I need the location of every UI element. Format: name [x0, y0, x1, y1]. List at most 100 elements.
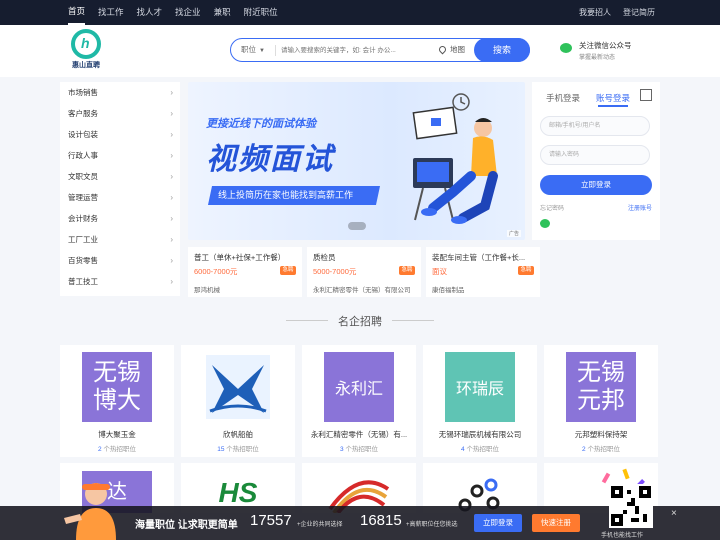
company-count: 17557 — [250, 512, 292, 529]
job-title: 质检员 — [313, 253, 336, 262]
logo-mark-icon: h — [71, 29, 101, 59]
job-card[interactable]: 普工（单休+社保+工作餐） 6000-7000元 急聘 那鸿机械 — [188, 247, 302, 297]
forgot-password-link[interactable]: 忘记密码 — [540, 203, 564, 212]
company-card[interactable]: 无锡元邦 元邦塑料保持架 2 个热招职位 — [544, 345, 658, 457]
close-icon[interactable]: × — [671, 508, 677, 519]
chevron-right-icon: › — [170, 193, 173, 202]
wechat-icon — [560, 43, 572, 53]
logo-text: 惠山直聘 — [72, 62, 100, 69]
company-logo — [203, 352, 273, 422]
search-button[interactable]: 搜索 — [474, 38, 530, 62]
search-category-select[interactable]: 职位 ▼ — [241, 39, 265, 62]
job-count: 16815 — [360, 512, 402, 529]
search-input[interactable] — [281, 42, 431, 58]
login-button[interactable]: 立即登录 — [540, 175, 652, 195]
company-logo: 永利汇 — [324, 352, 394, 422]
nav-find-job[interactable]: 找工作 — [98, 0, 124, 25]
bottom-promo-bar: 海量职位 让求职更简单 17557 +企业的共同选择 16815 +高薪职位任您… — [0, 483, 720, 540]
top-right-links: 我要招人 登记简历 — [567, 0, 655, 25]
company-count-label: +企业的共同选择 — [297, 522, 343, 528]
company-logo-mark — [206, 355, 270, 419]
banner-headline: 视频面试 — [206, 143, 334, 176]
recruit-link[interactable]: 我要招人 — [579, 0, 611, 25]
nav-part-time[interactable]: 兼职 — [214, 0, 231, 25]
top-navbar: 首页 找工作 找人才 找企业 兼职 附近职位 我要招人 登记简历 — [0, 0, 720, 25]
login-panel: 手机登录 账号登录 邮箱/手机号/用户名 请输入密码 立即登录 忘记密码 注册账… — [532, 82, 660, 240]
wechat-follow[interactable]: 关注微信公众号 掌握最新动态 — [560, 40, 680, 64]
tab-phone-login[interactable]: 手机登录 — [546, 92, 580, 104]
company-card[interactable]: 永利汇 永利汇精密零件（无锡）有... 3 个热招职位 — [302, 345, 416, 457]
company-name: 永利汇精密零件（无锡）有... — [310, 430, 408, 439]
category-item[interactable]: 百货零售 › — [60, 250, 180, 271]
category-item[interactable]: 客户服务 › — [60, 103, 180, 124]
category-item[interactable]: 工厂工业 › — [60, 229, 180, 250]
chevron-right-icon: › — [170, 214, 173, 223]
nav-find-company[interactable]: 找企业 — [175, 0, 201, 25]
job-company: 永利汇精密零件（无锡）有限公司 — [313, 287, 411, 294]
job-salary: 6000-7000元 — [194, 267, 238, 276]
qr-login-icon[interactable] — [640, 89, 652, 101]
username-field[interactable]: 邮箱/手机号/用户名 — [540, 116, 650, 136]
job-title: 普工（单休+社保+工作餐） — [194, 253, 286, 262]
hot-jobs-count: 3 个热招职位 — [340, 446, 378, 453]
company-name: 无锡环瑞辰机械有限公司 — [438, 430, 522, 439]
section-title: 名企招聘 — [0, 313, 720, 329]
company-card[interactable]: 无锡博大 博大聚玉金 2 个热招职位 — [60, 345, 174, 457]
banner-subline: 线上投简历在家也能找到高薪工作 — [207, 186, 381, 205]
wechat-title: 关注微信公众号 — [579, 41, 632, 50]
job-salary: 面议 — [432, 267, 447, 276]
company-name: 博大聚玉金 — [98, 430, 136, 439]
category-item[interactable]: 行政人事 › — [60, 145, 180, 166]
site-logo[interactable]: h 惠山直聘 — [68, 29, 104, 69]
hot-jobs-count: 2 个热招职位 — [582, 446, 620, 453]
company-name: 元邦塑料保持架 — [574, 430, 628, 439]
nav-home[interactable]: 首页 — [68, 0, 86, 25]
map-pin-icon — [437, 44, 448, 55]
map-button[interactable]: 地图 — [437, 39, 465, 61]
header: h 惠山直聘 职位▼ 地图 搜索 关注微信公众号 掌握最新动态 — [0, 25, 720, 77]
category-item[interactable]: 文职文员 › — [60, 166, 180, 187]
register-resume-link[interactable]: 登记简历 — [623, 0, 655, 25]
category-item[interactable]: 设计包装 › — [60, 124, 180, 145]
company-card[interactable]: 环瑞辰 无锡环瑞辰机械有限公司 4 个热招职位 — [423, 345, 537, 457]
company-logo: 无锡元邦 — [566, 352, 636, 422]
chevron-right-icon: › — [170, 277, 173, 286]
register-link[interactable]: 注册账号 — [628, 203, 652, 212]
company-logo: 环瑞辰 — [445, 352, 515, 422]
qr-caption: 手机也能找工作 — [601, 533, 644, 539]
category-item[interactable]: 会计财务 › — [60, 208, 180, 229]
chevron-right-icon: › — [170, 256, 173, 265]
promo-banner[interactable]: 更接近线下的面试体验 视频面试 线上投简历在家也能找到高薪工作 广告 — [188, 82, 525, 240]
wechat-login-icon[interactable] — [540, 219, 550, 228]
chevron-right-icon: › — [170, 235, 173, 244]
video-interview-illustration — [412, 93, 498, 224]
category-item[interactable]: 管理运营 › — [60, 187, 180, 208]
password-field[interactable]: 请输入密码 — [540, 145, 650, 165]
carousel-dots[interactable] — [348, 222, 366, 230]
nav-find-talent[interactable]: 找人才 — [137, 0, 163, 25]
chevron-right-icon: › — [170, 109, 173, 118]
hot-jobs-count: 15 个热招职位 — [217, 446, 259, 453]
promo-register-button[interactable]: 快速注册 — [532, 514, 580, 532]
company-logo: 无锡博大 — [82, 352, 152, 422]
category-menu: 市场销售 › 客户服务 › 设计包装 › 行政人事 › 文职文员 › 管理运营 › 会计财务… — [60, 82, 180, 296]
job-card[interactable]: 质检员 5000-7000元 急聘 永利汇精密零件（无锡）有限公司 — [307, 247, 421, 297]
urgent-badge: 急聘 — [518, 266, 534, 275]
person-illustration — [64, 483, 116, 540]
job-card[interactable]: 装配车间主管（工作餐+长... 面议 急聘 康佰福制品 — [426, 247, 540, 297]
nav-nearby-jobs[interactable]: 附近职位 — [244, 0, 278, 25]
chevron-right-icon: › — [170, 151, 173, 160]
chevron-down-icon: ▼ — [259, 48, 265, 54]
urgent-badge: 急聘 — [280, 266, 296, 275]
category-item[interactable]: 市场销售 › — [60, 82, 180, 103]
app-qr-code — [609, 484, 653, 528]
tab-account-login[interactable]: 账号登录 — [596, 92, 630, 104]
qr-code-icon — [611, 486, 651, 526]
promo-slogan: 海量职位 让求职更简单 — [135, 520, 238, 531]
category-item[interactable]: 普工技工 › — [60, 271, 180, 292]
search-divider — [275, 45, 276, 56]
promo-login-button[interactable]: 立即登录 — [474, 514, 522, 532]
hot-jobs-count: 4 个热招职位 — [461, 446, 499, 453]
chevron-right-icon: › — [170, 172, 173, 181]
company-card[interactable]: 欣帆船舶 15 个热招职位 — [181, 345, 295, 457]
